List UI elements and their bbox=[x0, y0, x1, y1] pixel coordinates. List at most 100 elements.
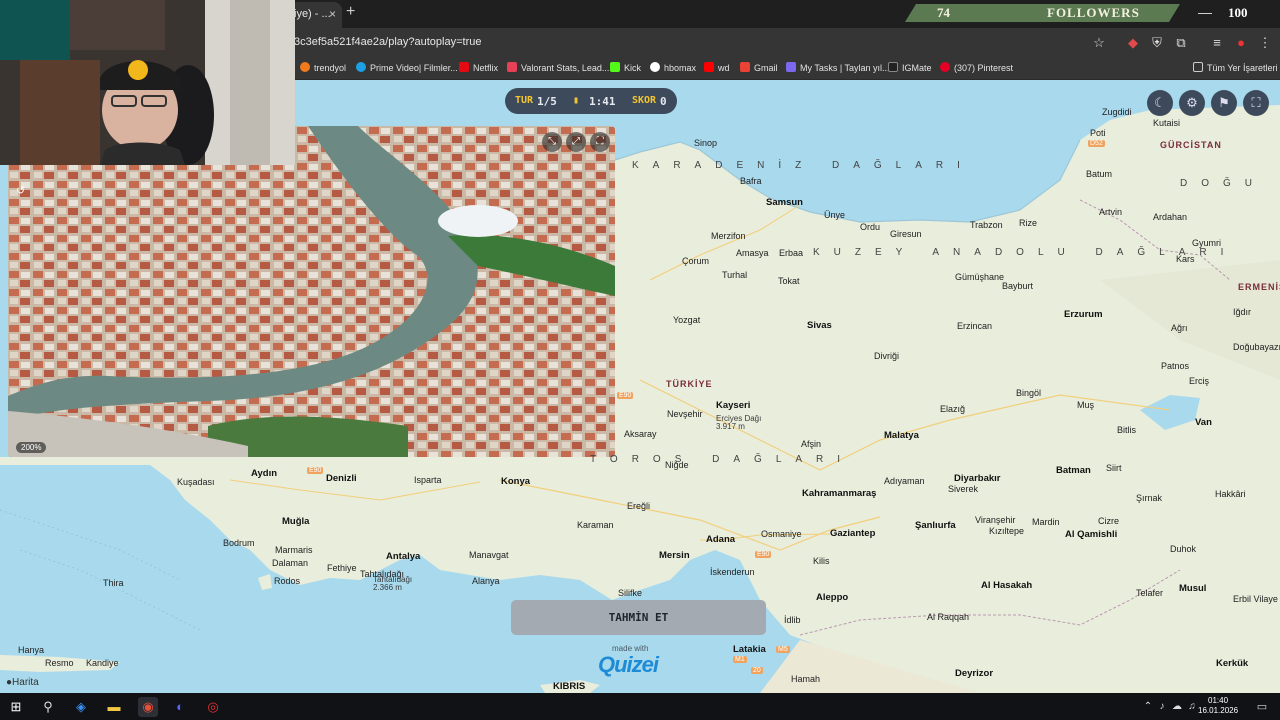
city-label: Bitlis bbox=[1117, 425, 1137, 435]
aerial-city-photo bbox=[8, 126, 615, 457]
bookmark-netflix[interactable]: Netflix bbox=[459, 62, 498, 73]
fullscreen-icon[interactable]: ⛶ bbox=[590, 132, 610, 152]
city-label: Iğdır bbox=[1233, 307, 1252, 317]
valorant-icon bbox=[507, 62, 517, 72]
fullscreen-map-icon[interactable]: ⛶ bbox=[1243, 90, 1269, 116]
region-label: TOROS DAĞLARI bbox=[590, 454, 855, 465]
bookmark-gmail[interactable]: Gmail bbox=[740, 62, 778, 73]
start-icon[interactable]: ⊞ bbox=[6, 697, 26, 717]
bookmark-valorant[interactable]: Valorant Stats, Lead... bbox=[507, 62, 609, 73]
city-label: Batum bbox=[1086, 169, 1113, 179]
city-label: İskenderun bbox=[710, 567, 755, 577]
city-label: Malatya bbox=[884, 430, 919, 441]
bookmark-hbomax[interactable]: hbomax bbox=[650, 62, 696, 73]
reset-view-icon[interactable]: ↺ bbox=[16, 184, 25, 197]
dark-mode-icon[interactable]: ☾ bbox=[1147, 90, 1173, 116]
city-label: Mersin bbox=[659, 550, 690, 561]
city-label: Konya bbox=[501, 476, 531, 487]
score-value: 0 bbox=[660, 95, 667, 108]
bookmark-wd[interactable]: wd bbox=[704, 62, 730, 73]
guess-button[interactable]: TAHMİN ET bbox=[511, 600, 766, 635]
search-icon[interactable]: ⚲ bbox=[38, 697, 58, 717]
city-label: Hakkâri bbox=[1215, 489, 1246, 499]
city-label: Yozgat bbox=[673, 315, 701, 325]
youtube-icon bbox=[704, 62, 714, 72]
street-photo-panel[interactable]: 200% ⤡ ⤢ ⛶ ↺ bbox=[8, 126, 615, 457]
star-icon[interactable]: ☆ bbox=[1090, 34, 1108, 52]
city-label: Al Qamishli bbox=[1065, 529, 1118, 540]
bookmark-kick[interactable]: Kick bbox=[610, 62, 641, 73]
city-label: Adıyaman bbox=[884, 476, 925, 486]
shield-icon[interactable]: ⛨ bbox=[1148, 34, 1166, 52]
obs-icon[interactable]: ◎ bbox=[203, 697, 223, 717]
city-label: Diyarbakır bbox=[954, 473, 1001, 484]
menu-icon[interactable]: ⋮ bbox=[1256, 34, 1274, 52]
copilot-icon[interactable]: ◈ bbox=[71, 697, 91, 717]
map-view[interactable]: 200% ⤡ ⤢ ⛶ ↺ TUR 1/5 ▮ 1:41 SKOR 0 ☾ ⚙ ⚑… bbox=[0, 80, 1280, 693]
tab-title: iye) - ... bbox=[294, 8, 331, 20]
extension-red-icon[interactable]: ◆ bbox=[1124, 34, 1142, 52]
media-icon[interactable]: ≡ bbox=[1208, 34, 1226, 52]
windows-taskbar: ⊞ ⚲ ◈ ▬ ◉ ◐ ◎ ⌃ ♪ ☁ ♫ 01:40 16.01.2026 ▭ bbox=[0, 693, 1280, 720]
flag-icon[interactable]: ⚑ bbox=[1211, 90, 1237, 116]
file-explorer-icon[interactable]: ▬ bbox=[104, 697, 124, 717]
city-label: Rize bbox=[1019, 218, 1038, 228]
quizei-logo[interactable]: Quizei bbox=[598, 652, 659, 678]
city-label: Amasya bbox=[736, 248, 769, 258]
city-label: Fethiye bbox=[327, 563, 357, 573]
settings-icon[interactable]: ⚙ bbox=[1179, 90, 1205, 116]
city-label: Bodrum bbox=[223, 538, 255, 548]
city-label: Trabzon bbox=[970, 220, 1003, 230]
followers-label: FOLLOWERS bbox=[1047, 5, 1140, 20]
active-tab[interactable]: iye) - ... × bbox=[290, 2, 342, 28]
profile-icon[interactable]: ● bbox=[1232, 34, 1250, 52]
city-label: Cizre bbox=[1098, 516, 1120, 526]
road-shield: E90 bbox=[617, 392, 634, 399]
bookmark-trendyol[interactable]: trendyol bbox=[300, 62, 346, 73]
url-field[interactable]: 3c3ef5a521f4ae2a/play?autoplay=true bbox=[294, 36, 481, 48]
followers-goal: 100 bbox=[1228, 5, 1248, 20]
igmate-icon bbox=[888, 62, 898, 72]
bookmark-prime-video[interactable]: Prime Video| Filmler... bbox=[356, 62, 458, 73]
city-label: Merzifon bbox=[711, 231, 746, 241]
gmail-icon bbox=[740, 62, 750, 72]
city-label: Thira bbox=[103, 578, 124, 588]
road-shield: E90 bbox=[755, 551, 772, 558]
city-label: Şanlıurfa bbox=[915, 520, 956, 531]
city-label: Kutaisi bbox=[1153, 118, 1181, 128]
city-label: Al Hasakah bbox=[981, 580, 1033, 591]
chrome-icon[interactable]: ◉ bbox=[138, 697, 158, 717]
tab-close-icon[interactable]: × bbox=[329, 2, 336, 26]
city-label: Samsun bbox=[766, 197, 803, 208]
expand-icon[interactable]: ⤢ bbox=[566, 132, 586, 152]
minimize-button[interactable]: — bbox=[1198, 4, 1212, 20]
notification-icon[interactable]: ▭ bbox=[1252, 697, 1272, 717]
city-label: Kayseri bbox=[716, 400, 751, 411]
bookmark-my-tasks[interactable]: My Tasks | Taylan yıl... bbox=[786, 62, 890, 73]
region-label: KUZEY ANADOLU DAĞLARI bbox=[813, 247, 1238, 258]
shrink-icon[interactable]: ⤡ bbox=[542, 132, 562, 152]
city-label: Gümüşhane bbox=[955, 272, 1005, 282]
city-label: Osmaniye bbox=[761, 529, 802, 539]
puzzle-icon[interactable]: ⧉ bbox=[1172, 34, 1190, 52]
clock[interactable]: 01:40 16.01.2026 bbox=[1198, 696, 1238, 716]
city-label: Ünye bbox=[824, 210, 846, 220]
bookmark-all[interactable]: Tüm Yer İşaretleri bbox=[1193, 62, 1278, 73]
city-label: Gaziantep bbox=[830, 528, 876, 539]
city-label: Sinop bbox=[694, 138, 718, 148]
peak-elevation: 2.366 m bbox=[373, 583, 402, 592]
bookmark-igmate[interactable]: IGMate bbox=[888, 62, 932, 73]
road-shield: E90 bbox=[307, 467, 324, 474]
discord-icon[interactable]: ◐ bbox=[170, 697, 190, 717]
road-shield: M1 bbox=[733, 656, 747, 663]
city-label: Al Raqqah bbox=[927, 612, 970, 622]
bookmark-pinterest[interactable]: (307) Pinterest bbox=[940, 62, 1013, 73]
city-label: Erzurum bbox=[1064, 309, 1103, 320]
city-label: Poti bbox=[1090, 128, 1106, 138]
city-label: Ordu bbox=[860, 222, 881, 232]
score-label: SKOR bbox=[632, 95, 657, 106]
city-label: Turhal bbox=[722, 270, 748, 280]
region-label: KARADENİZ DAĞLARI bbox=[632, 160, 974, 171]
new-tab-button[interactable]: + bbox=[346, 3, 355, 21]
followers-overlay: 74 FOLLOWERS bbox=[905, 4, 1180, 22]
